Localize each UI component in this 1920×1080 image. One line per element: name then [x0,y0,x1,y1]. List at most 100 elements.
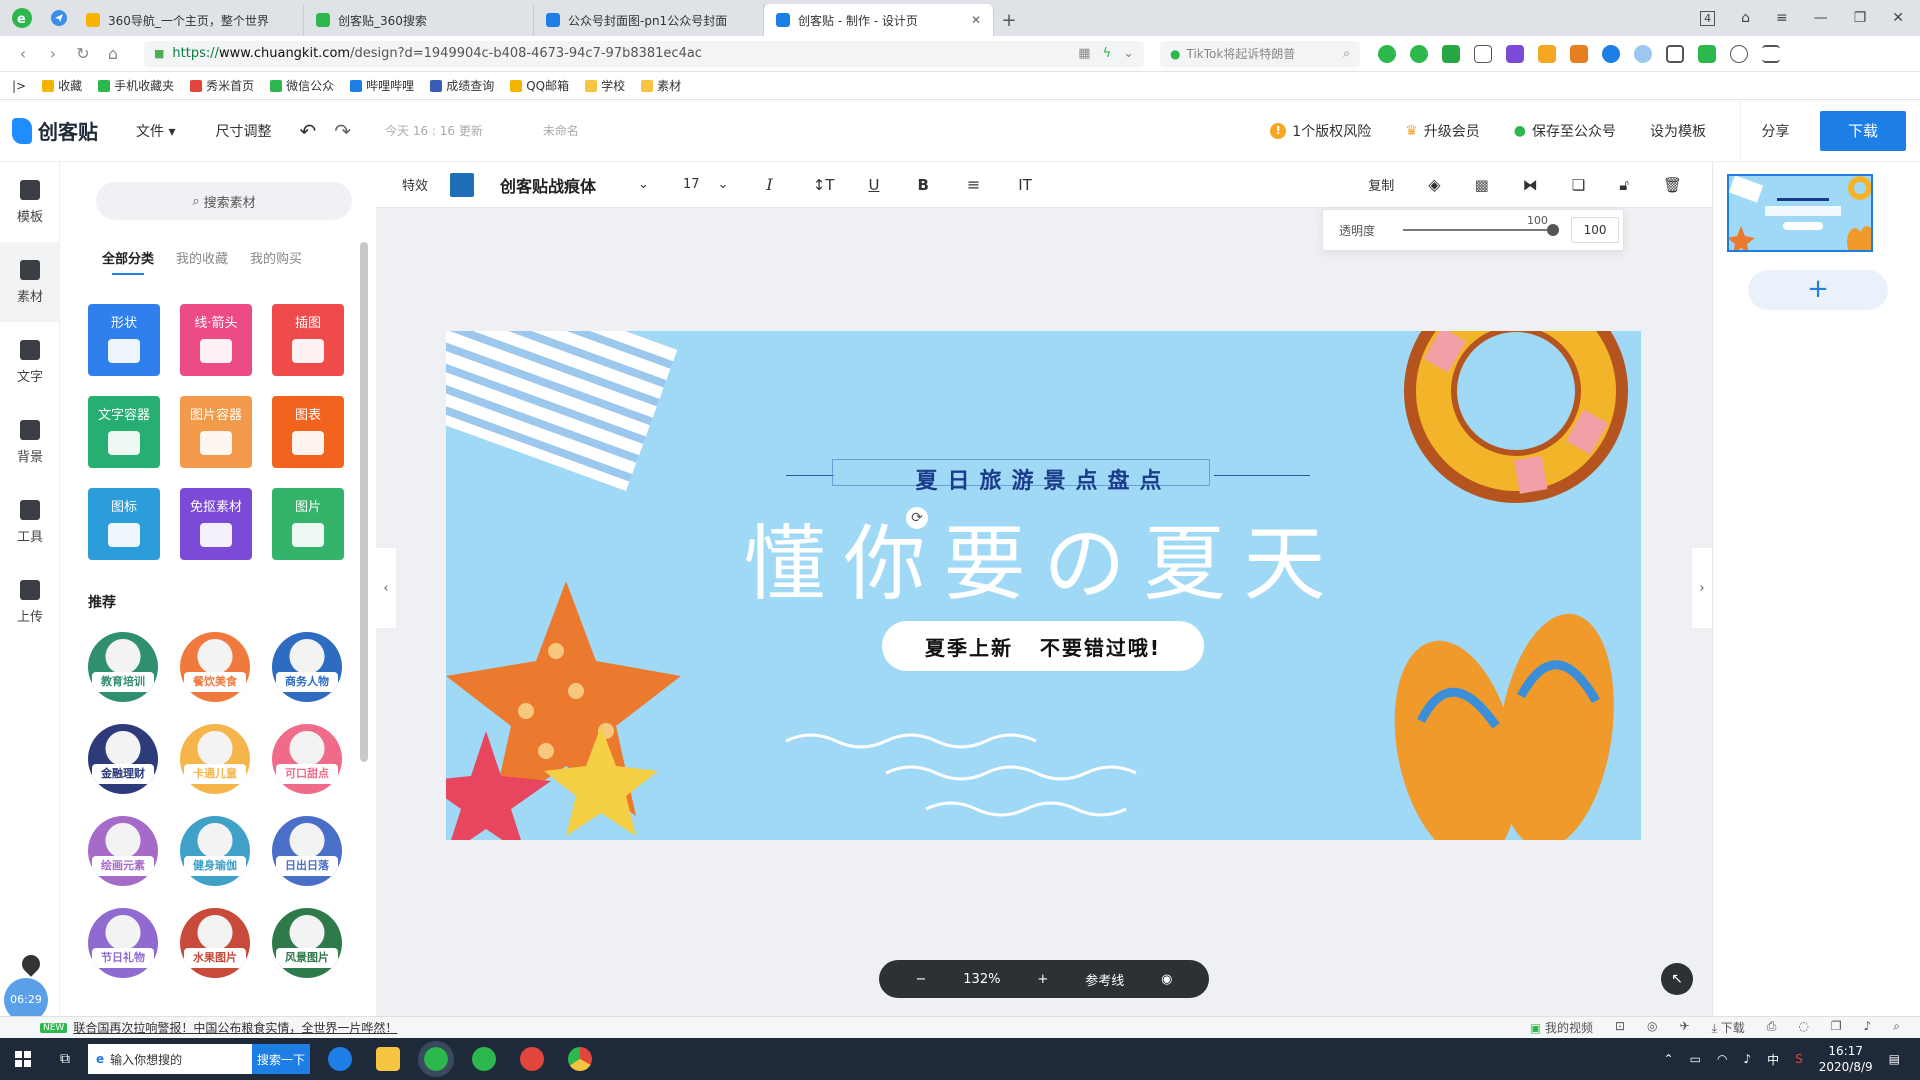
canvas-headline[interactable]: 夏日旅游景点盘点 [446,463,1641,495]
download-status-button[interactable]: ⤓ 下载 [1712,1019,1745,1036]
panel-scrollbar[interactable] [360,242,368,762]
file-menu[interactable]: 文件 ▾ [136,121,175,141]
bookmark-item[interactable]: 学校 [585,77,625,94]
delete-icon[interactable]: 🗑︎ [1663,176,1682,194]
ime-indicator[interactable]: 中 [1767,1051,1779,1068]
recommend-item[interactable]: 风景图片 [272,908,342,978]
font-color-swatch[interactable] [450,172,475,197]
bookmark-item[interactable]: 微信公众 [270,77,334,94]
effects-button[interactable]: 特效 [402,175,428,194]
scissors-icon[interactable] [1474,44,1492,63]
material-tab[interactable]: 全部分类 [102,248,154,275]
copy-button[interactable]: 复制 [1368,175,1394,194]
material-search[interactable]: ⌕ 搜索素材 [96,182,352,220]
taskbar-search-button[interactable]: 搜索一下 [252,1044,310,1074]
rail-item-template[interactable]: 模板 [0,162,60,242]
font-select[interactable]: 创客贴战痕体 [500,173,596,197]
taskbar-search[interactable]: e 输入你想搜的 [88,1044,252,1074]
shield-icon[interactable] [1442,44,1460,63]
browser-tab[interactable]: 360导航_一个主页，整个世界 [74,4,304,36]
recommend-item[interactable]: 可口甜点 [272,724,342,794]
sound-icon[interactable]: ♪ [1864,1019,1872,1036]
page-thumbnail[interactable] [1727,174,1873,252]
lock-icon[interactable]: 🔓︎ [1619,176,1629,194]
underline-icon[interactable]: U [868,176,879,194]
search-icon[interactable]: ⌕ [1343,46,1350,61]
guides-button[interactable]: 参考线 [1085,970,1124,989]
browser-tab[interactable]: 公众号封面图-pn1公众号封面 [534,4,764,36]
resize-menu[interactable]: 尺寸调整 [215,121,271,141]
opacity-slider[interactable] [1403,224,1560,236]
category-card[interactable]: 图表 [272,396,344,468]
start-button[interactable] [0,1038,46,1080]
recommend-item[interactable]: 餐饮美食 [180,632,250,702]
document-name[interactable]: 未命名 [543,122,579,139]
add-page-button[interactable]: + [1748,270,1888,310]
save-wechat-button[interactable]: ● 保存至公众号 [1514,121,1616,141]
bookmark-item[interactable]: 手机收藏夹 [98,77,174,94]
bookmark-item[interactable]: 秀米首页 [190,77,254,94]
volume-icon[interactable]: ♪ [1743,1052,1751,1066]
circle-icon[interactable] [1634,44,1652,63]
bolt-icon[interactable]: ϟ [1103,46,1112,61]
rail-item-tool[interactable]: 工具 [0,482,60,562]
download-button[interactable]: 下载 [1820,110,1906,151]
category-card[interactable]: 文字容器 [88,396,160,468]
qr-icon[interactable]: ▦ [1078,46,1090,61]
browser-tab[interactable]: 创客贴_360搜索 [304,4,534,36]
category-card[interactable]: 免抠素材 [180,488,252,560]
browser-search-field[interactable]: ● TikTok将起诉特朗普 ⌕ [1160,40,1360,67]
category-card[interactable]: 插图 [272,304,344,376]
task-view-icon[interactable]: ⧉ [60,1051,70,1067]
eye-icon[interactable]: ◉ [1161,972,1172,987]
netease-music-icon[interactable] [520,1047,544,1071]
collapse-panel-left-icon[interactable]: ‹ [376,548,396,628]
back-icon[interactable]: ‹ [8,44,38,63]
new-tab-button[interactable]: + [994,4,1024,36]
category-card[interactable]: 线·箭头 [180,304,252,376]
menu-icon[interactable] [1762,44,1780,63]
recommend-item[interactable]: 卡通儿童 [180,724,250,794]
recommend-item[interactable]: 健身瑜伽 [180,816,250,886]
rotate-handle-icon[interactable]: ⟳ [906,507,928,529]
extension-icon[interactable] [1410,44,1428,63]
category-card[interactable]: 图片容器 [180,396,252,468]
clean-icon[interactable]: ◌ [1798,1019,1808,1036]
speed-icon[interactable]: ◎ [1647,1019,1657,1036]
canvas-title[interactable]: 懂你要の夏天 [446,497,1641,616]
wechat-icon[interactable] [472,1047,496,1071]
grid-icon[interactable] [1666,44,1684,63]
url-field[interactable]: ■ https://www.chuangkit.com/design?d=194… [144,40,1144,67]
window-icon[interactable]: ❐ [1831,1019,1842,1036]
game-icon[interactable] [1570,44,1588,63]
bookmark-item[interactable]: 哔哩哔哩 [350,77,414,94]
rail-item-background[interactable]: 背景 [0,402,60,482]
opacity-input[interactable]: 100 [1571,217,1620,243]
collapse-panel-right-icon[interactable]: › [1692,548,1712,628]
tab-counter[interactable]: 4 [1700,10,1716,26]
recommend-item[interactable]: 金融理财 [88,724,158,794]
back-to-top-icon[interactable]: ↖ [1661,963,1693,995]
wifi-icon[interactable]: ◠ [1717,1052,1727,1066]
category-card[interactable]: 形状 [88,304,160,376]
news-link[interactable]: 联合国再次拉响警报！中国公布粮食实情，全世界一片哗然！ [73,1019,397,1036]
app-logo[interactable]: 创客贴 [12,116,124,145]
layer-icon[interactable]: ◈ [1428,175,1440,194]
zoom-in-button[interactable]: + [1037,972,1048,987]
zoom-icon[interactable]: ⌕ [1893,1019,1900,1036]
notification-icon[interactable]: ▤ [1889,1052,1900,1066]
zoom-icon[interactable] [1602,44,1620,63]
browser-tab[interactable]: 创客贴 - 制作 - 设计页 ✕ [764,4,994,36]
redo-icon[interactable]: ↷ [334,119,351,143]
dropdown-icon[interactable]: ⌄ [1123,46,1134,61]
print-icon[interactable]: ⎙ [1767,1019,1777,1036]
transparency-icon[interactable]: ▩ [1475,176,1489,194]
shadow-icon[interactable]: ❏ [1572,176,1585,194]
zoom-level[interactable]: 132% [963,972,1000,987]
sidebar-toggle-icon[interactable]: |> [12,79,26,93]
send-icon[interactable] [44,0,74,36]
browser-360-icon[interactable] [418,1041,454,1077]
folder-icon[interactable] [376,1047,400,1071]
chevron-down-icon[interactable]: ⌄ [638,177,649,192]
undo-icon[interactable] [1730,44,1748,63]
